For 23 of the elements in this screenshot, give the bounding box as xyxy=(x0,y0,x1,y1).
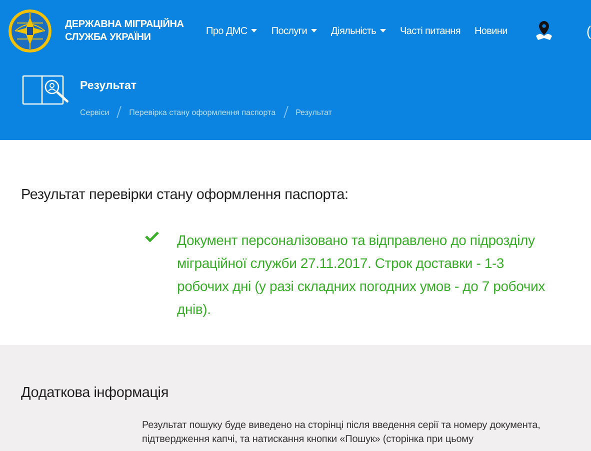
nav-link[interactable]: Новини xyxy=(474,26,508,36)
breadcrumb-separator-icon xyxy=(116,106,122,118)
organization-name[interactable]: ДЕРЖАВНА МІГРАЦІЙНА СЛУЖБА УКРАЇНИ xyxy=(65,18,200,44)
header-text: ( xyxy=(586,23,591,39)
caret-icon xyxy=(311,29,318,33)
breadcrumb-link[interactable]: Перевірка стану оформлення паспорта xyxy=(129,108,276,116)
map-pin-icon[interactable] xyxy=(535,21,554,41)
result-heading: Результат перевірки стану оформлення паспорта: xyxy=(21,187,350,203)
emblem-logo[interactable] xyxy=(7,8,53,54)
nav-link[interactable]: Діяльність xyxy=(331,26,386,36)
nav-link[interactable]: Про ДМС xyxy=(206,26,258,36)
nav-link[interactable]: Послуги xyxy=(271,26,318,36)
caret-icon xyxy=(380,29,386,33)
result-message: Документ персоналізовано та відправлено до підрозділу міграційної служби 27.11.2017. Строк доставки - 1-3 робочих дні (у разі складних погодних умов - до 7 робочих днів). xyxy=(177,231,546,319)
info-heading: Додаткова інформація xyxy=(21,385,170,401)
caret-icon xyxy=(251,29,258,33)
checkmark-icon xyxy=(145,231,159,242)
info-text: Результат пошуку буде виведено на сторінці після введення серії та номеру документа, підтвердження капчі, та натискання кнопки «Пошук» (сторінка при цьому xyxy=(142,419,542,447)
breadcrumb-separator-icon xyxy=(282,106,289,118)
breadcrumb-link[interactable]: Сервіси xyxy=(80,108,110,116)
breadcrumb-link[interactable]: Результат xyxy=(296,108,332,116)
page-title: Результат xyxy=(80,80,138,92)
nav-link[interactable]: Часті питання xyxy=(400,26,460,36)
